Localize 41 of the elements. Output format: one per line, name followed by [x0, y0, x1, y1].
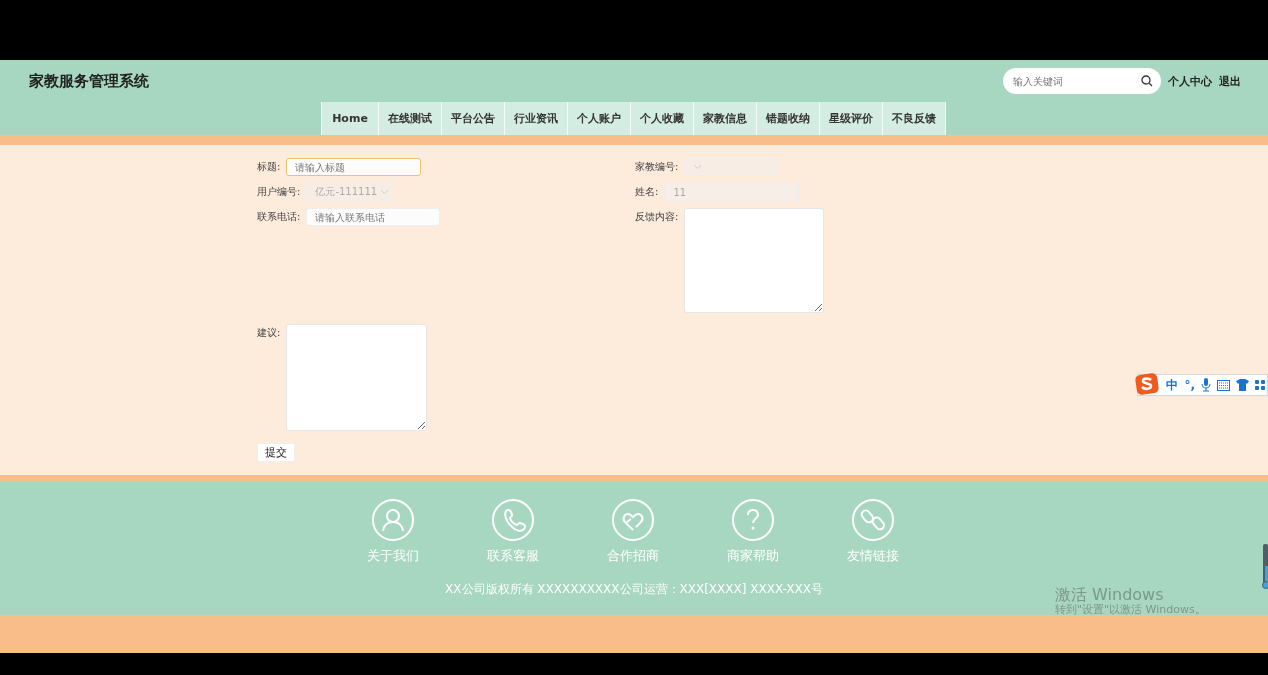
search-icon[interactable] — [1141, 75, 1153, 87]
thermometer-icon — [1261, 544, 1268, 590]
activation-title: 激活 Windows — [1055, 586, 1165, 604]
nav-item[interactable]: 在线测试 — [378, 102, 442, 135]
submit-button[interactable]: 提交 — [257, 443, 295, 462]
chevron-down-icon — [693, 164, 703, 170]
help-icon — [732, 499, 774, 541]
copyright-text: XX公司版权所有 XXXXXXXXXX公司运营：XXX[XXXX] XXXX-XXX号 — [445, 581, 823, 598]
header-link[interactable]: 个人中心 — [1168, 73, 1212, 89]
text-field[interactable]: 请输入标题 — [286, 158, 422, 176]
nav-item[interactable]: 家教信息 — [693, 102, 757, 135]
keyboard-icon[interactable] — [1217, 379, 1230, 391]
field-label: 姓名: — [635, 185, 659, 199]
field-label: 家教编号: — [635, 160, 679, 174]
nav-item[interactable]: 错题收纳 — [756, 102, 820, 135]
grid-icon[interactable] — [1255, 380, 1265, 390]
nav-item[interactable]: 不良反馈 — [882, 102, 946, 135]
shirt-icon[interactable] — [1236, 379, 1249, 391]
ime-punctuation[interactable]: °, — [1184, 378, 1195, 392]
nav-item[interactable]: 星级评价 — [819, 102, 883, 135]
chevron-down-icon — [380, 189, 390, 195]
nav-item[interactable]: 个人账户 — [567, 102, 631, 135]
nav-item[interactable]: 个人收藏 — [630, 102, 694, 135]
site-title: 家教服务管理系统 — [29, 71, 150, 91]
ime-logo-icon[interactable] — [1134, 372, 1161, 396]
search-input[interactable]: 输入关键词 — [1011, 74, 1141, 88]
nav-item[interactable]: 行业资讯 — [504, 102, 568, 135]
field-label: 用户编号: — [257, 185, 301, 199]
microphone-icon[interactable] — [1201, 378, 1211, 392]
nav-item[interactable]: 平台公告 — [441, 102, 505, 135]
field-label: 建议: — [257, 326, 281, 340]
field-label: 联系电话: — [257, 210, 301, 224]
phone-icon — [492, 499, 534, 541]
field-label: 标题: — [257, 160, 281, 174]
search-field[interactable]: 输入关键词 — [1003, 68, 1161, 94]
field-label: 反馈内容: — [635, 210, 679, 224]
link-icon — [852, 499, 894, 541]
user-icon — [372, 499, 414, 541]
header-link[interactable]: 退出 — [1219, 73, 1241, 89]
ime-mode[interactable]: 中 — [1166, 376, 1179, 394]
nav-item[interactable]: Home — [321, 102, 379, 135]
